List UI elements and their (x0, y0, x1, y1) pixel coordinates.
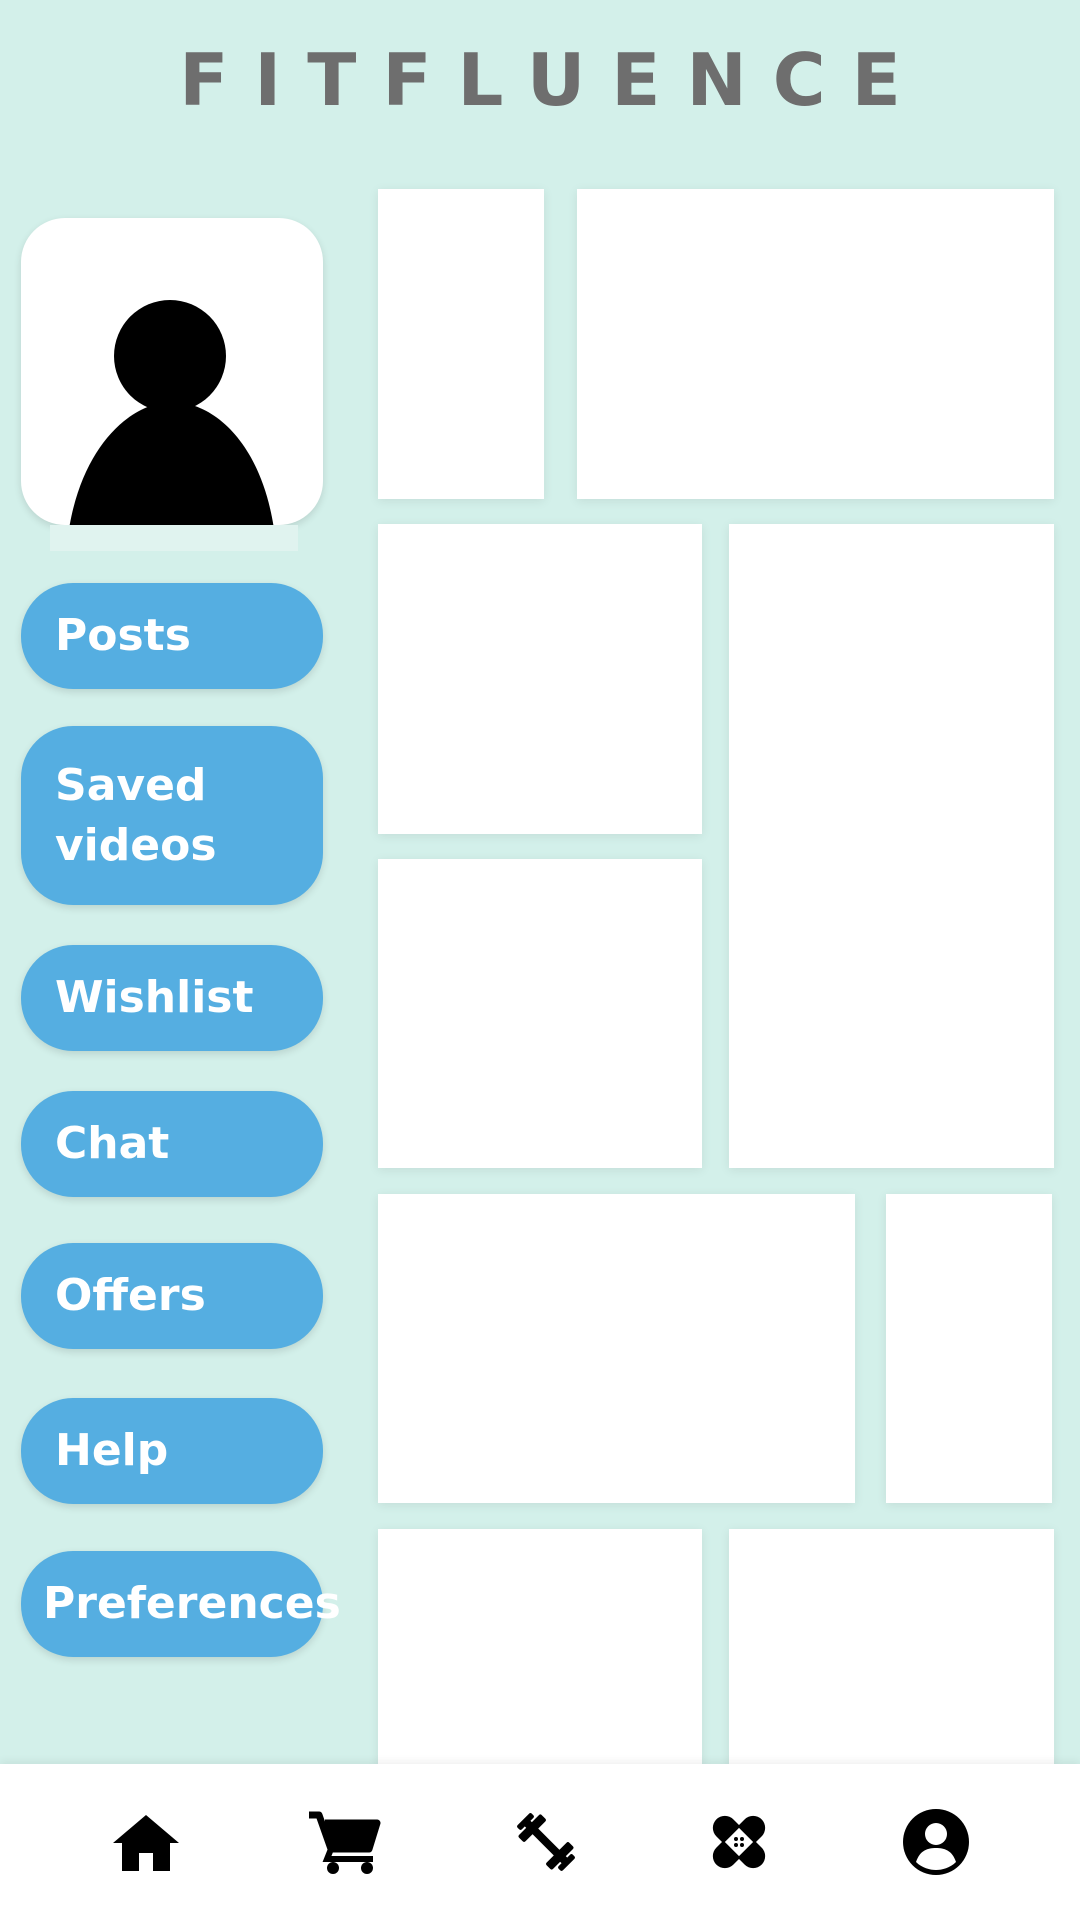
menu-saved-videos-button[interactable]: Saved videos (21, 726, 323, 905)
bandage-icon (712, 1815, 766, 1869)
cart-icon (309, 1811, 381, 1874)
menu-offers-button[interactable]: Offers (21, 1243, 323, 1349)
content-tile[interactable] (729, 1529, 1054, 1769)
content-tile[interactable] (729, 524, 1054, 1168)
menu-help-label: Help (55, 1425, 169, 1476)
account-icon (903, 1809, 969, 1875)
menu-preferences-label: Preferences (43, 1578, 341, 1629)
menu-wishlist-label: Wishlist (55, 972, 254, 1023)
menu-preferences-button[interactable]: Preferences (21, 1551, 341, 1657)
menu-wishlist-button[interactable]: Wishlist (21, 945, 323, 1051)
home-icon (113, 1815, 179, 1871)
nav-home[interactable] (108, 1804, 184, 1880)
app-title: FITFLUENCE (179, 38, 927, 122)
content-tile[interactable] (378, 189, 544, 499)
bottom-navigation (0, 1764, 1080, 1920)
person-icon (69, 300, 274, 525)
content-tile[interactable] (378, 1194, 855, 1503)
avatar-shadow (50, 525, 298, 551)
menu-chat-label: Chat (55, 1118, 170, 1169)
menu-posts-label: Posts (55, 610, 191, 661)
content-tile[interactable] (886, 1194, 1052, 1503)
menu-help-button[interactable]: Help (21, 1398, 323, 1504)
nav-shop[interactable] (306, 1804, 382, 1880)
content-tile[interactable] (378, 524, 702, 834)
menu-chat-button[interactable]: Chat (21, 1091, 323, 1197)
profile-avatar[interactable] (21, 218, 323, 525)
nav-health[interactable] (701, 1804, 777, 1880)
menu-saved-videos-label: Saved videos (55, 759, 217, 871)
menu-offers-label: Offers (55, 1270, 206, 1321)
content-tile[interactable] (378, 1529, 702, 1769)
content-tile[interactable] (378, 859, 702, 1168)
nav-workouts[interactable] (508, 1804, 584, 1880)
nav-account[interactable] (898, 1804, 974, 1880)
menu-posts-button[interactable]: Posts (21, 583, 323, 689)
dumbbell-icon (517, 1813, 575, 1871)
content-tile[interactable] (577, 189, 1054, 499)
